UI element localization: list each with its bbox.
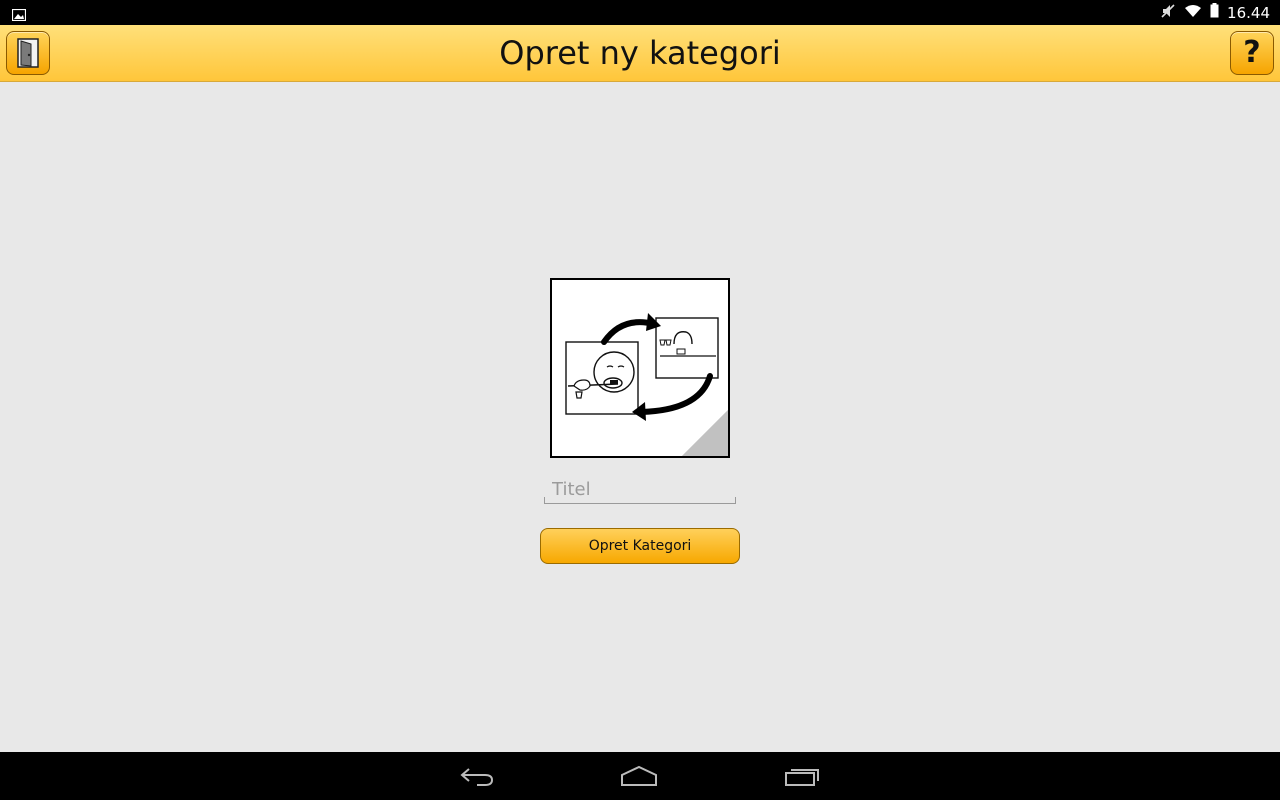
recent-apps-icon	[785, 769, 819, 786]
create-category-button[interactable]: Opret Kategori	[540, 528, 740, 564]
page-curl-corner	[682, 410, 728, 456]
page-title: Opret ny kategori	[499, 34, 781, 72]
home-icon	[621, 765, 657, 786]
home-button[interactable]	[599, 752, 679, 800]
action-bar: Opret ny kategori ?	[0, 25, 1280, 82]
help-button[interactable]: ?	[1230, 31, 1274, 75]
back-icon	[460, 768, 494, 786]
status-time: 16.44	[1227, 3, 1270, 22]
title-input[interactable]	[544, 476, 736, 504]
image-notification-icon	[11, 6, 27, 25]
wifi-icon	[1184, 3, 1202, 22]
category-image-picker[interactable]	[550, 278, 730, 458]
recent-apps-button[interactable]	[762, 752, 842, 800]
back-button[interactable]	[437, 752, 517, 800]
mute-icon	[1160, 3, 1176, 23]
status-bar: 16.44	[0, 0, 1280, 25]
help-label: ?	[1243, 35, 1261, 70]
navigation-bar	[0, 752, 1280, 800]
battery-icon	[1210, 3, 1219, 22]
